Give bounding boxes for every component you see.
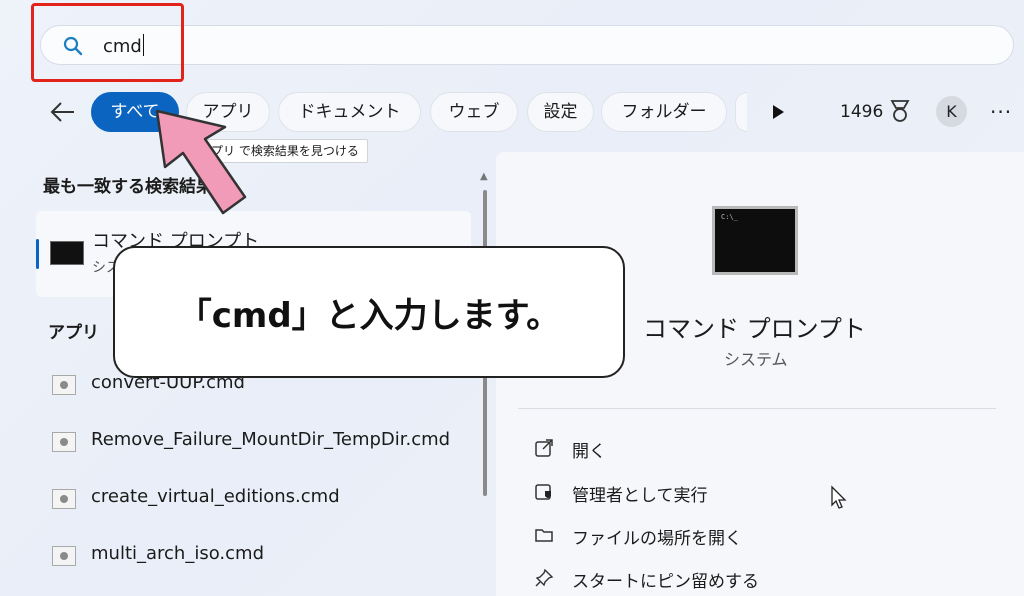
script-file-icon [52,375,76,395]
open-external-icon [535,439,553,457]
tab-folders[interactable]: フォルダー [601,92,727,132]
preview-title: コマンド プロンプト [643,315,866,343]
highlight-box [31,3,184,82]
scroll-right-icon[interactable] [770,103,786,121]
action-label: ファイルの場所を開く [572,529,742,549]
tab-documents[interactable]: ドキュメント [278,92,421,132]
pin-icon [535,568,554,587]
script-file-icon [52,432,76,452]
tab-overflow[interactable] [735,92,747,132]
script-file-icon [52,489,76,509]
folder-icon [535,529,553,542]
tab-web[interactable]: ウェブ [430,92,518,132]
avatar[interactable]: K [936,96,967,127]
pointer-arrow-icon [155,109,247,215]
search-input[interactable]: cmd [40,25,1014,65]
action-label: 管理者として実行 [572,486,708,506]
list-item-label: create_virtual_editions.cmd [91,486,340,507]
command-prompt-icon [50,241,84,265]
divider [518,408,996,409]
list-item-label: Remove_Failure_MountDir_TempDir.cmd [91,429,451,450]
action-label: 開く [572,442,606,462]
scroll-up-icon[interactable]: ▲ [480,171,488,182]
preview-subtitle: システム [724,350,788,369]
action-label: スタートにピン留めする [572,572,759,592]
command-prompt-large-icon: C:\_ [712,206,798,275]
rewards-medal-icon[interactable] [889,99,911,125]
selection-indicator [36,239,39,269]
shield-icon [535,484,551,500]
more-options-icon[interactable]: ··· [990,100,1012,124]
mouse-cursor-icon [831,485,847,509]
tab-settings[interactable]: 設定 [527,92,594,132]
list-item-label: multi_arch_iso.cmd [91,543,264,564]
rewards-points: 1496 [840,102,884,122]
caption-callout: 「cmd」と入力します。 [113,246,625,378]
caption-text: 「cmd」と入力します。 [177,296,561,336]
script-file-icon [52,546,76,566]
apps-heading: アプリ [48,323,99,343]
back-arrow-icon[interactable] [48,99,76,125]
